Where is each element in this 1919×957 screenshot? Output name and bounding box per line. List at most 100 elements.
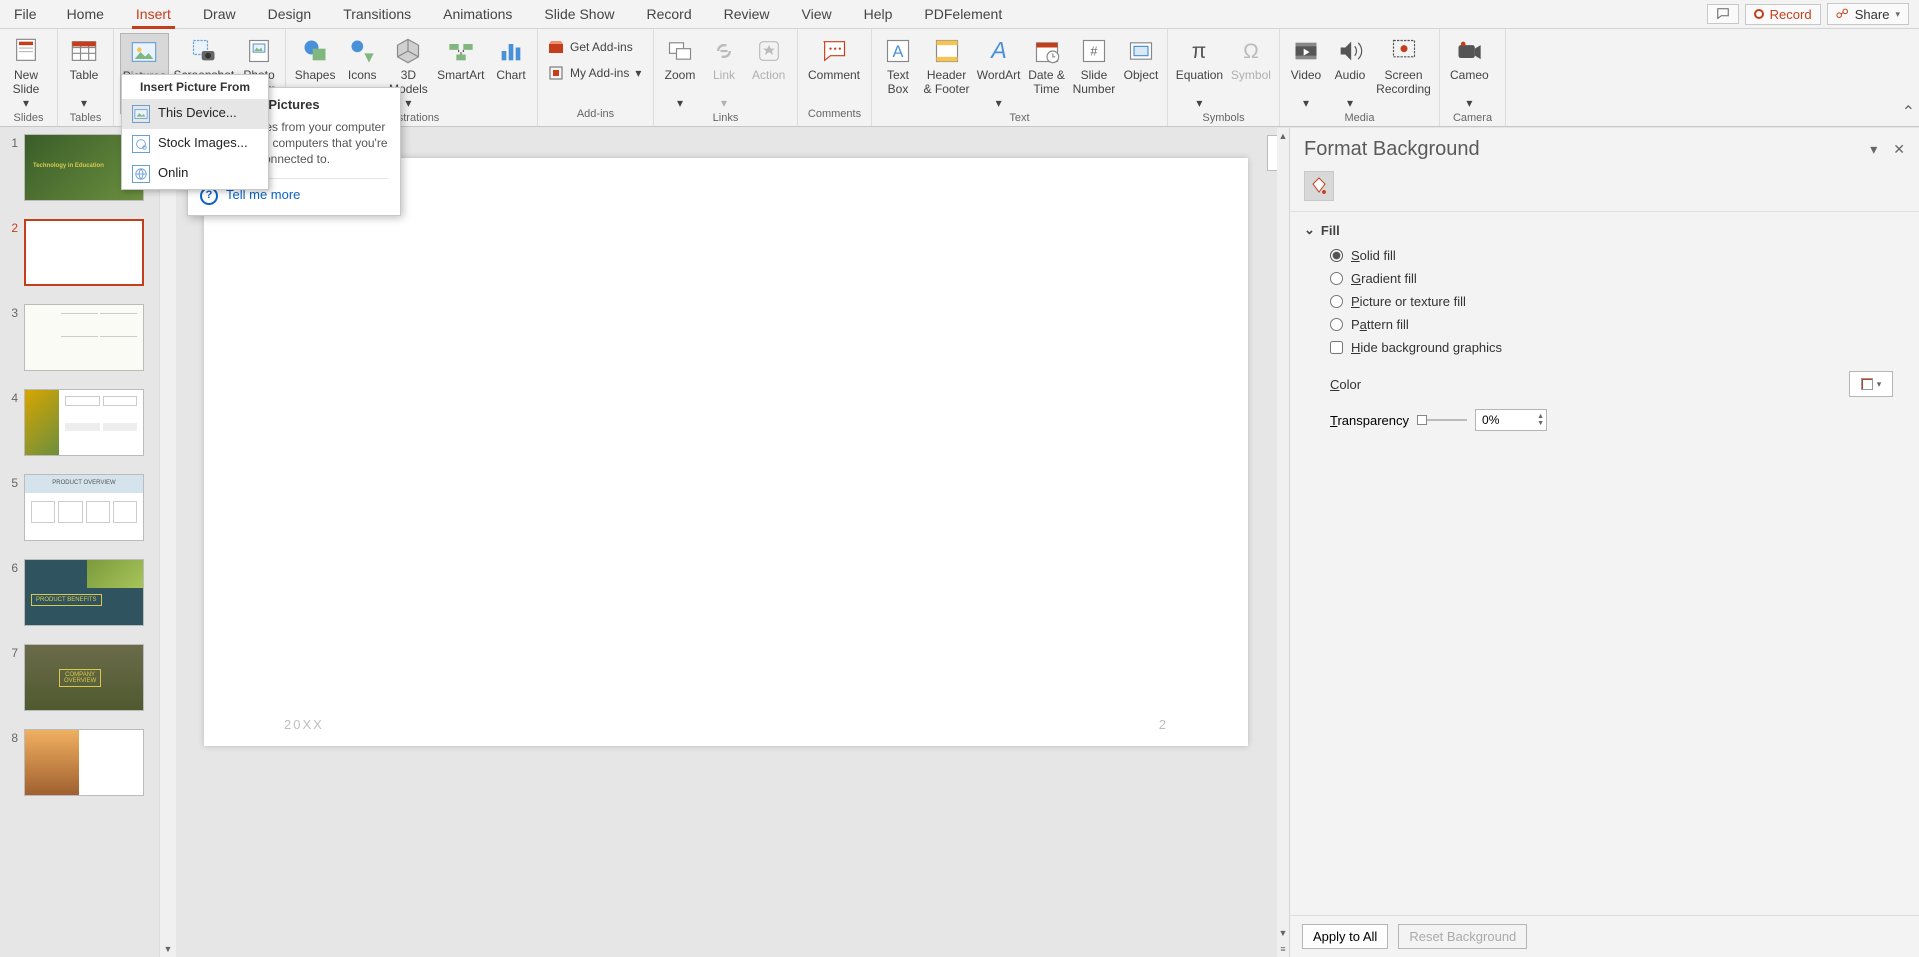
text-box-button[interactable]: AText Box bbox=[878, 33, 918, 99]
group-comments-label: Comments bbox=[798, 108, 871, 126]
record-button[interactable]: Record bbox=[1745, 4, 1821, 25]
smartart-button[interactable]: SmartArt bbox=[435, 33, 487, 85]
tell-more-label: Tell me more bbox=[226, 188, 300, 203]
collapse-ribbon-button[interactable]: ⌃ bbox=[1902, 102, 1915, 122]
pane-options-button[interactable]: ▾ bbox=[1870, 141, 1877, 158]
link-button: Link▾ bbox=[704, 33, 744, 112]
comment-icon bbox=[818, 35, 850, 67]
comment-tray-icon[interactable] bbox=[1707, 4, 1739, 24]
canvas-scroll-prev[interactable]: ≡ bbox=[1277, 941, 1289, 957]
tab-help[interactable]: Help bbox=[848, 0, 909, 28]
my-addins-label: My Add-ins bbox=[570, 66, 629, 80]
tab-home[interactable]: Home bbox=[51, 0, 120, 28]
new-slide-button[interactable]: New Slide▾ bbox=[6, 33, 46, 112]
icons-button[interactable]: Icons bbox=[342, 33, 382, 85]
format-background-pane: Format Background ▾ ✕ ⌄Fill Solid fill G… bbox=[1289, 128, 1919, 957]
tab-view[interactable]: View bbox=[786, 0, 848, 28]
thumbnail-scrollbar[interactable]: ▲ ▼ bbox=[159, 128, 176, 957]
chart-button[interactable]: Chart bbox=[491, 33, 531, 85]
transparency-label: Transparency bbox=[1330, 413, 1409, 428]
group-symbols-label: Symbols bbox=[1168, 112, 1279, 126]
screen-recording-icon bbox=[1388, 35, 1420, 67]
tab-insert[interactable]: Insert bbox=[120, 0, 187, 28]
picture-fill-radio[interactable]: Picture or texture fill bbox=[1330, 290, 1893, 313]
symbol-button: ΩSymbol bbox=[1229, 33, 1273, 85]
get-addins-button[interactable]: Get Add-ins bbox=[544, 37, 637, 57]
chart-label: Chart bbox=[496, 69, 525, 83]
tab-pdfelement[interactable]: PDFelement bbox=[908, 0, 1018, 28]
canvas-scroll-down[interactable]: ▼ bbox=[1277, 925, 1289, 941]
wordart-label: WordArt bbox=[977, 69, 1021, 83]
icons-label: Icons bbox=[348, 69, 377, 83]
menu-stock-images[interactable]: Stock Images... bbox=[122, 129, 268, 159]
scroll-down-button[interactable]: ▼ bbox=[160, 940, 176, 957]
wordart-button[interactable]: AWordArt▾ bbox=[975, 33, 1022, 112]
cameo-button[interactable]: Cameo▾ bbox=[1446, 33, 1493, 112]
transparency-slider[interactable] bbox=[1417, 419, 1467, 421]
canvas-scroll-up[interactable]: ▲ bbox=[1277, 128, 1289, 144]
slide-thumb-2[interactable]: 2 bbox=[4, 219, 172, 286]
tab-slideshow[interactable]: Slide Show bbox=[528, 0, 630, 28]
spin-up[interactable]: ▲ bbox=[1537, 413, 1544, 420]
menu-online-pictures[interactable]: Onlin bbox=[122, 159, 268, 189]
video-button[interactable]: Video▾ bbox=[1286, 33, 1326, 112]
tab-file[interactable]: File bbox=[0, 0, 51, 28]
slide-thumb-3[interactable]: 3 bbox=[4, 304, 172, 371]
menu-this-device[interactable]: This Device... bbox=[122, 99, 268, 129]
transparency-spinner[interactable]: 0%▲▼ bbox=[1475, 409, 1547, 431]
online-icon bbox=[132, 165, 150, 183]
group-media-label: Media bbox=[1280, 112, 1439, 126]
slide-thumb-6[interactable]: 6PRODUCT BENEFITS bbox=[4, 559, 172, 626]
pane-close-button[interactable]: ✕ bbox=[1893, 141, 1905, 158]
device-icon bbox=[132, 105, 150, 123]
screen-recording-button[interactable]: Screen Recording bbox=[1374, 33, 1433, 99]
slide-thumb-8[interactable]: 8 bbox=[4, 729, 172, 796]
gradient-fill-radio[interactable]: Gradient fill bbox=[1330, 267, 1893, 290]
pictures-button[interactable]: Pictures▾ Insert Picture From This Devic… bbox=[120, 33, 169, 114]
my-addins-button[interactable]: My Add-ins ▾ bbox=[544, 63, 645, 83]
slide-thumb-7[interactable]: 7COMPANY OVERVIEW bbox=[4, 644, 172, 711]
new-slide-label: New Slide bbox=[13, 69, 40, 97]
slide-number-button[interactable]: #Slide Number bbox=[1071, 33, 1117, 99]
date-time-button[interactable]: Date & Time bbox=[1026, 33, 1067, 99]
color-picker-button[interactable]: ▾ bbox=[1849, 371, 1893, 397]
group-addins-label: Add-ins bbox=[538, 108, 653, 126]
menu-online-label: Onlin bbox=[158, 166, 188, 181]
svg-text:Ω: Ω bbox=[1243, 40, 1259, 63]
solid-fill-radio[interactable]: Solid fill bbox=[1330, 244, 1893, 267]
svg-text:#: # bbox=[1090, 44, 1098, 59]
header-footer-button[interactable]: Header & Footer bbox=[922, 33, 971, 99]
spin-down[interactable]: ▼ bbox=[1537, 420, 1544, 427]
canvas-scrollbar[interactable]: ▲ ▼ ≡ bbox=[1277, 128, 1289, 957]
apply-to-all-button[interactable]: Apply to All bbox=[1302, 924, 1388, 949]
tab-record[interactable]: Record bbox=[630, 0, 707, 28]
3d-models-icon bbox=[392, 35, 424, 67]
text-box-label: Text Box bbox=[887, 69, 909, 97]
tab-review[interactable]: Review bbox=[708, 0, 786, 28]
store-icon bbox=[548, 39, 564, 55]
object-button[interactable]: Object bbox=[1121, 33, 1161, 85]
wordart-icon: A bbox=[983, 35, 1015, 67]
audio-icon bbox=[1334, 35, 1366, 67]
tab-draw[interactable]: Draw bbox=[187, 0, 252, 28]
current-slide[interactable]: 20XX 2 bbox=[204, 158, 1248, 746]
fill-section-header[interactable]: ⌄Fill bbox=[1290, 212, 1919, 244]
tab-transitions[interactable]: Transitions bbox=[327, 0, 427, 28]
comment-button[interactable]: Comment bbox=[804, 33, 864, 85]
hide-bg-checkbox[interactable]: Hide background graphics bbox=[1330, 336, 1893, 359]
header-footer-icon bbox=[931, 35, 963, 67]
pattern-fill-radio[interactable]: Pattern fill bbox=[1330, 313, 1893, 336]
equation-button[interactable]: πEquation▾ bbox=[1174, 33, 1225, 112]
tab-design[interactable]: Design bbox=[252, 0, 328, 28]
share-button[interactable]: ☍Share▾ bbox=[1827, 3, 1909, 25]
slide-thumb-5[interactable]: 5PRODUCT OVERVIEW bbox=[4, 474, 172, 541]
zoom-button[interactable]: Zoom▾ bbox=[660, 33, 700, 112]
audio-button[interactable]: Audio▾ bbox=[1330, 33, 1370, 112]
new-slide-icon bbox=[10, 35, 42, 67]
slider-knob[interactable] bbox=[1417, 415, 1427, 425]
fill-tab-icon[interactable] bbox=[1304, 171, 1334, 201]
slide-thumb-4[interactable]: 4 bbox=[4, 389, 172, 456]
table-button[interactable]: Table▾ bbox=[64, 33, 104, 112]
date-time-label: Date & Time bbox=[1028, 69, 1065, 97]
tab-animations[interactable]: Animations bbox=[427, 0, 528, 28]
